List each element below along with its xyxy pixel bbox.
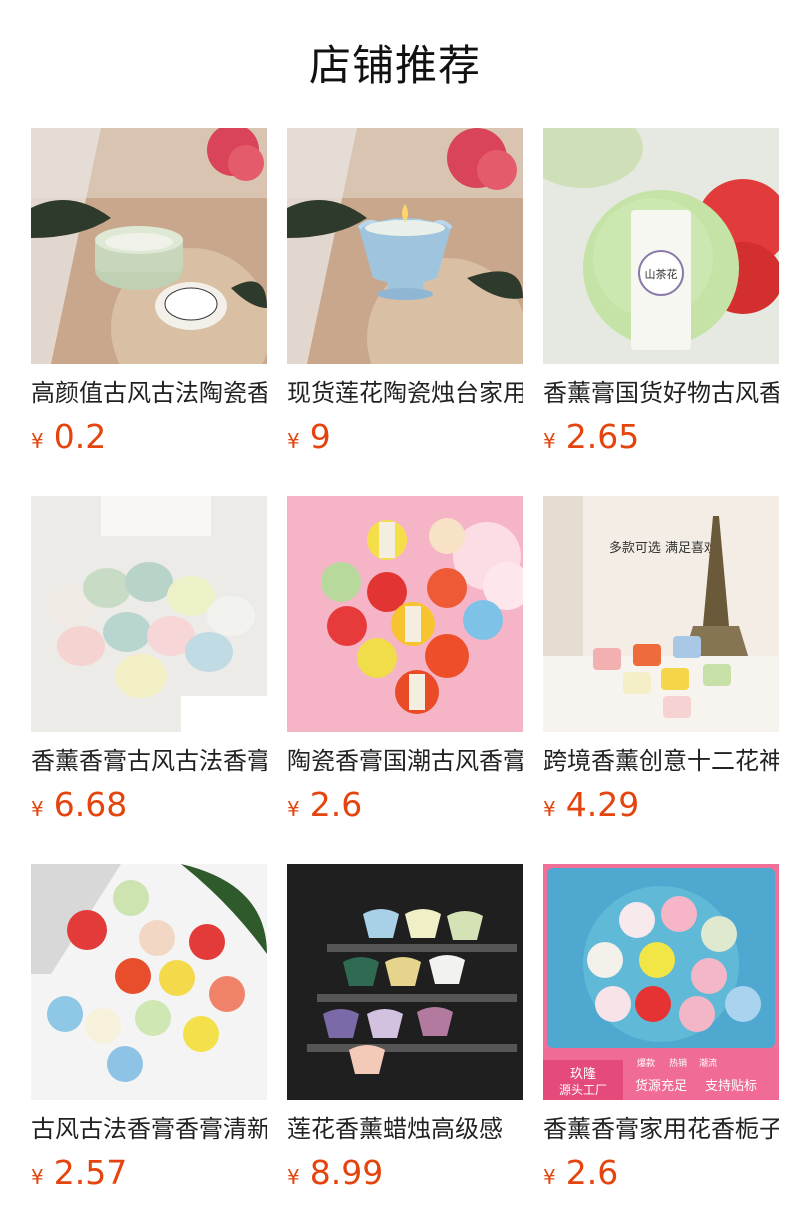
product-card[interactable]: 多款可选 满足喜欢 跨境香薰创意十二花神 ¥ 4.29 <box>543 496 779 864</box>
product-grid: 高颜值古风古法陶瓷香薰 ¥ 0.2 <box>31 128 779 1232</box>
product-name[interactable]: 陶瓷香膏国潮古风香膏 <box>287 744 523 778</box>
price-value: 2.65 <box>565 417 640 456</box>
image-text: 潮流 <box>699 1057 717 1069</box>
product-price: ¥ 2.6 <box>543 1153 779 1193</box>
image-text: 玖隆 <box>570 1066 596 1082</box>
price-value: 2.6 <box>565 1153 619 1192</box>
product-image[interactable] <box>31 128 267 364</box>
currency-symbol: ¥ <box>287 1165 300 1189</box>
product-name[interactable]: 香薰膏国货好物古风香膏 <box>543 376 779 410</box>
price-value: 6.68 <box>53 785 128 824</box>
image-text: 多款可选 满足喜欢 <box>609 540 717 556</box>
image-text: 货源充足 <box>635 1078 687 1094</box>
price-value: 9 <box>309 417 331 456</box>
currency-symbol: ¥ <box>31 429 44 453</box>
product-name[interactable]: 古风古法香膏香膏清新 <box>31 1112 267 1146</box>
product-price: ¥ 2.6 <box>287 785 523 825</box>
price-value: 2.57 <box>53 1153 128 1192</box>
product-price: ¥ 4.29 <box>543 785 779 825</box>
image-text: 源头工厂 <box>559 1083 607 1097</box>
product-price: ¥ 2.57 <box>31 1153 267 1193</box>
product-card[interactable]: 陶瓷香膏国潮古风香膏 ¥ 2.6 <box>287 496 523 864</box>
product-card[interactable]: 现货莲花陶瓷烛台家用 ¥ 9 <box>287 128 523 496</box>
product-name[interactable]: 跨境香薰创意十二花神 <box>543 744 779 778</box>
price-value: 8.99 <box>309 1153 384 1192</box>
product-image[interactable]: 山茶花 <box>543 128 779 364</box>
image-text: 爆款 <box>637 1057 655 1069</box>
product-price: ¥ 6.68 <box>31 785 267 825</box>
price-value: 4.29 <box>565 785 640 824</box>
product-card[interactable]: 高颜值古风古法陶瓷香薰 ¥ 0.2 <box>31 128 267 496</box>
product-image[interactable] <box>287 496 523 732</box>
currency-symbol: ¥ <box>543 429 556 453</box>
image-text: 热销 <box>669 1057 687 1069</box>
currency-symbol: ¥ <box>287 429 300 453</box>
product-name[interactable]: 高颜值古风古法陶瓷香薰 <box>31 376 267 410</box>
currency-symbol: ¥ <box>287 797 300 821</box>
section-title: 店铺推荐 <box>308 41 481 90</box>
image-label: 山茶花 <box>645 268 678 281</box>
product-name[interactable]: 莲花香薰蜡烛高级感 <box>287 1112 523 1146</box>
product-card[interactable]: 爆款 热销 潮流 玖隆 源头工厂 货源充足 支持贴标 香薰香膏家用花香栀子 ¥ … <box>543 864 779 1232</box>
store-recommendations-page: 店铺推荐 高颜值古风古法陶瓷香 ¥ 0.2 现货莲花陶瓷烛台家用 ¥ 9 山茶花… <box>0 0 790 1232</box>
product-card[interactable]: 古风古法香膏香膏清新 ¥ 2.57 <box>31 864 267 1232</box>
product-card[interactable]: 山茶花 香薰膏国货好物古风香膏 ¥ 2.65 <box>543 128 779 496</box>
currency-symbol: ¥ <box>31 797 44 821</box>
currency-symbol: ¥ <box>543 797 556 821</box>
product-price: ¥ 9 <box>287 417 523 457</box>
product-card[interactable]: 莲花香薰蜡烛高级感 ¥ 8.99 <box>287 864 523 1232</box>
product-price: ¥ 2.65 <box>543 417 779 457</box>
currency-symbol: ¥ <box>31 1165 44 1189</box>
product-image[interactable] <box>287 864 523 1100</box>
product-card[interactable]: 香薰香膏古风古法香膏 ¥ 6.68 <box>31 496 267 864</box>
product-image[interactable] <box>31 496 267 732</box>
currency-symbol: ¥ <box>543 1165 556 1189</box>
product-name[interactable]: 香薰香膏古风古法香膏 <box>31 744 267 778</box>
product-price: ¥ 8.99 <box>287 1153 523 1193</box>
price-value: 2.6 <box>309 785 363 824</box>
product-image[interactable]: 多款可选 满足喜欢 <box>543 496 779 732</box>
product-name[interactable]: 香薰香膏家用花香栀子 <box>543 1112 779 1146</box>
product-image[interactable] <box>287 128 523 364</box>
product-image[interactable] <box>31 864 267 1100</box>
product-image[interactable]: 爆款 热销 潮流 玖隆 源头工厂 货源充足 支持贴标 <box>543 864 779 1100</box>
price-value: 0.2 <box>53 417 107 456</box>
product-price: ¥ 0.2 <box>31 417 267 457</box>
image-text: 支持贴标 <box>705 1079 757 1094</box>
product-name[interactable]: 现货莲花陶瓷烛台家用 <box>287 376 523 410</box>
